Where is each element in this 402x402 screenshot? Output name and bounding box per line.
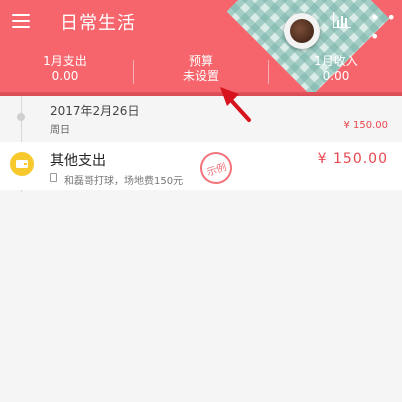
month-income-value: 0.00 xyxy=(322,69,350,83)
page-title: 日常生活 xyxy=(60,13,136,34)
coffee-cup-decoration xyxy=(284,13,320,49)
budget-stat[interactable]: 预算 未设置 xyxy=(136,54,266,83)
wallet-icon xyxy=(10,152,34,176)
entry-title: 其他支出 xyxy=(50,153,106,169)
month-expense-stat[interactable]: 1月支出 0.00 xyxy=(0,54,130,83)
budget-value: 未设置 xyxy=(182,69,219,83)
entry-amount: ¥ 150.00 xyxy=(317,151,388,167)
entry-note: 和磊哥打球，场地费150元 xyxy=(64,176,184,187)
timeline-dot xyxy=(17,113,25,121)
app-header: 日常生活 • • • 1月支出 0.00 预算 未设置 1月收入 0.00 xyxy=(0,0,402,96)
red-arrow-annotation xyxy=(220,87,251,122)
stat-divider xyxy=(133,60,134,84)
bar-chart-icon[interactable] xyxy=(333,12,351,28)
month-income-label: 1月收入 xyxy=(314,54,358,68)
month-expense-value: 0.00 xyxy=(51,69,79,83)
day-total: ¥ 150.00 xyxy=(343,120,388,131)
more-icon[interactable]: • • • xyxy=(370,8,402,46)
header-shadow xyxy=(0,92,402,96)
sample-stamp-text: 示例 xyxy=(205,161,228,179)
budget-label: 预算 xyxy=(188,54,213,68)
menu-icon[interactable] xyxy=(12,14,30,28)
day-date: 2017年2月26日 xyxy=(50,104,140,118)
stat-divider xyxy=(268,60,269,84)
month-expense-label: 1月支出 xyxy=(43,54,87,68)
month-income-stat[interactable]: 1月收入 0.00 xyxy=(271,54,401,83)
day-weekday: 周日 xyxy=(50,125,70,136)
note-icon xyxy=(50,173,57,182)
